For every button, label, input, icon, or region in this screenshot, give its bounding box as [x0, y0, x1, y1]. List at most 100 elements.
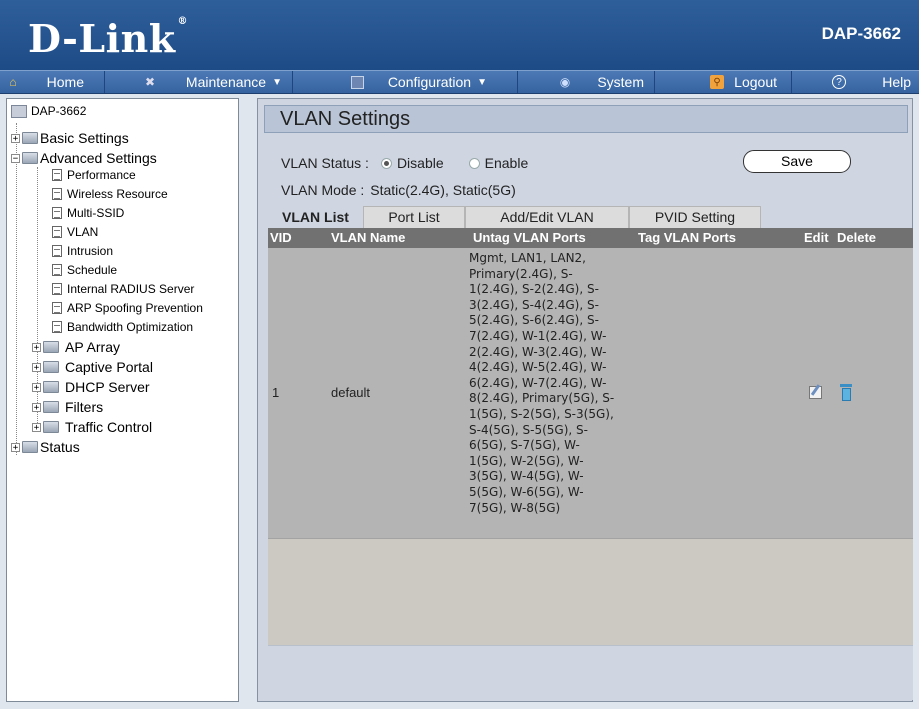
content-panel: VLAN Settings VLAN Status : Disable Enab…	[257, 98, 913, 702]
vlan-mode-label: VLAN Mode :	[281, 182, 365, 198]
expand-icon: +	[11, 442, 20, 453]
untag-port-line: Mgmt, LAN1, LAN2,	[469, 251, 586, 265]
menu-maintenance[interactable]: ✖ Maintenance ▼	[105, 71, 293, 93]
tree-item-basic-settings[interactable]: + Basic Settings	[11, 130, 129, 146]
tab-vlan-list[interactable]: VLAN List	[268, 206, 363, 228]
untag-port-line: 1(5G), W-2(5G), W-	[469, 453, 584, 468]
untag-port-line: 1(2.4G), S-2(2.4G), S-	[469, 282, 599, 297]
menu-home[interactable]: ⌂ Home	[0, 71, 105, 93]
tree-root[interactable]: DAP-3662	[11, 104, 86, 118]
tree-item-intrusion[interactable]: Intrusion	[52, 244, 113, 258]
enable-radio[interactable]	[468, 157, 480, 169]
untag-port-line: 5(2.4G), S-6(2.4G), S-	[469, 313, 599, 328]
col-vid: VID	[270, 230, 292, 245]
system-icon: ◉	[559, 75, 571, 89]
tab-add-edit-vlan[interactable]: Add/Edit VLAN	[465, 206, 629, 228]
vlan-mode-value: Static(2.4G), Static(5G)	[370, 182, 516, 198]
save-button[interactable]: Save	[743, 150, 851, 173]
untag-port-line: 6(5G), S-7(5G), W-	[469, 438, 580, 453]
col-untag-ports: Untag VLAN Ports	[473, 230, 586, 245]
tree-item-vlan[interactable]: VLAN	[52, 225, 98, 239]
tree-item-arp-spoofing-prevention[interactable]: ARP Spoofing Prevention	[52, 301, 203, 315]
menu-configuration[interactable]: Configuration ▼	[293, 71, 518, 93]
table-row: 1 default Mgmt, LAN1, LAN2, Primary(2.4G)…	[268, 248, 913, 539]
tree-item-ap-array[interactable]: + AP Array	[32, 339, 120, 355]
expand-icon: +	[11, 133, 20, 144]
page-icon	[52, 264, 62, 276]
menu-maintenance-label: Maintenance	[185, 74, 267, 90]
untag-port-line: 7(2.4G), W-1(2.4G), W-	[469, 328, 607, 343]
folder-icon	[43, 401, 59, 413]
menu-bar: ⌂ Home ✖ Maintenance ▼ Configuration ▼ ◉ S…	[0, 70, 919, 94]
key-icon: ⚲	[710, 75, 724, 89]
model-name: DAP-3662	[821, 24, 901, 43]
tree-label: Wireless Resource	[67, 187, 168, 201]
tree-label: Multi-SSID	[67, 206, 125, 220]
expand-icon: +	[32, 382, 41, 393]
floppy-icon	[351, 75, 364, 89]
chevron-down-icon: ▼	[477, 76, 487, 88]
page-icon	[52, 245, 62, 257]
tree-label: Internal RADIUS Server	[67, 282, 195, 296]
tree-label: ARP Spoofing Prevention	[67, 301, 203, 315]
nav-tree: DAP-3662 + Basic Settings − Advanced Set…	[6, 98, 239, 702]
page-icon	[52, 302, 62, 314]
home-icon: ⌂	[9, 75, 17, 89]
tab-port-list[interactable]: Port List	[363, 206, 465, 228]
untag-port-line: 3(2.4G), S-4(2.4G), S-	[469, 297, 599, 312]
tree-item-traffic-control[interactable]: + Traffic Control	[32, 419, 152, 435]
edit-icon[interactable]	[809, 386, 822, 399]
page-icon	[52, 226, 62, 238]
tree-item-advanced-settings[interactable]: − Advanced Settings	[11, 150, 157, 166]
page-icon	[52, 283, 62, 295]
untag-port-line: 8(2.4G), Primary(5G), S-	[469, 391, 615, 406]
col-vlan-name: VLAN Name	[331, 230, 406, 245]
tree-item-filters[interactable]: + Filters	[32, 399, 103, 415]
page-icon	[52, 169, 62, 181]
trash-icon[interactable]	[840, 384, 852, 401]
tree-label: Captive Portal	[65, 359, 153, 375]
menu-logout[interactable]: ⚲ Logout	[655, 71, 792, 93]
cell-untag-ports: Mgmt, LAN1, LAN2, Primary(2.4G), S- 1(2.4G…	[469, 251, 647, 516]
menu-system[interactable]: ◉ System	[518, 71, 655, 93]
menu-configuration-label: Configuration	[387, 74, 472, 90]
untag-port-line: 7(5G), W-8(5G)	[469, 500, 561, 515]
untag-port-line: Primary(2.4G), S-	[469, 266, 573, 281]
tree-label: AP Array	[65, 339, 120, 355]
expand-icon: +	[32, 402, 41, 413]
folder-icon	[43, 341, 59, 353]
tab-pvid-setting[interactable]: PVID Setting	[629, 206, 761, 228]
tree-item-schedule[interactable]: Schedule	[52, 263, 117, 277]
expand-icon: +	[32, 342, 41, 353]
folder-icon	[43, 361, 59, 373]
tree-item-internal-radius-server[interactable]: Internal RADIUS Server	[52, 282, 194, 296]
tab-bar: VLAN List Port List Add/Edit VLAN PVID S…	[268, 206, 761, 228]
tree-item-performance[interactable]: Performance	[52, 168, 136, 182]
folder-icon	[22, 132, 38, 144]
tree-item-bandwidth-optimization[interactable]: Bandwidth Optimization	[52, 320, 193, 334]
tree-item-multi-ssid[interactable]: Multi-SSID	[52, 206, 124, 220]
menu-help[interactable]: ? Help	[792, 71, 919, 93]
tree-item-captive-portal[interactable]: + Captive Portal	[32, 359, 153, 375]
app-header: D-Link ® DAP-3662	[0, 0, 919, 70]
menu-help-label: Help	[882, 74, 911, 90]
menu-logout-label: Logout	[734, 74, 777, 90]
table-footer	[268, 645, 913, 700]
tree-label: Bandwidth Optimization	[67, 320, 194, 334]
untag-port-line: 4(2.4G), W-5(2.4G), W-	[469, 360, 607, 375]
cell-vid: 1	[272, 385, 280, 400]
col-delete: Delete	[837, 230, 877, 245]
tree-item-status[interactable]: + Status	[11, 439, 80, 455]
tree-label: Filters	[65, 399, 104, 415]
tree-item-dhcp-server[interactable]: + DHCP Server	[32, 379, 150, 395]
help-icon: ?	[832, 75, 846, 89]
untag-port-line: 2(2.4G), W-3(2.4G), W-	[469, 344, 607, 359]
tree-item-wireless-resource[interactable]: Wireless Resource	[52, 187, 168, 201]
vlan-table: VID VLAN Name Untag VLAN Ports Tag VLAN …	[268, 228, 913, 645]
page-icon	[52, 321, 62, 333]
disable-radio[interactable]	[380, 157, 392, 169]
collapse-icon: −	[11, 153, 20, 164]
tree-label: VLAN	[67, 225, 99, 239]
tree-label: Performance	[67, 168, 136, 182]
folder-icon	[22, 441, 38, 453]
